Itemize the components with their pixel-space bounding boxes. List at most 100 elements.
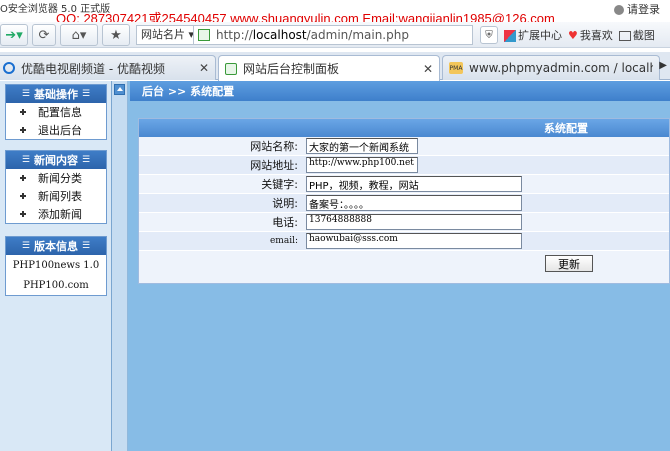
breadcrumb: 后台 >> 系统配置 [130,81,670,101]
menu-decor-icon: ☰ [82,155,91,165]
page-icon [225,62,237,75]
sidebar-toggle-strip [112,81,128,451]
form-row-submit: 更新 [139,251,669,277]
forward-arrow-icon: ➔ [5,27,17,43]
menu-group-header: ☰ 版本信息 ☰ [6,237,106,255]
menu-group-header: ☰ 基础操作 ☰ [6,85,106,103]
collapse-arrow-icon[interactable] [114,84,125,95]
extensions-icon [504,30,516,42]
description-input[interactable]: 备案号：。。。。 [306,195,522,211]
menu-decor-icon: ☰ [21,241,30,251]
extensions-button[interactable]: 扩展中心 [504,27,562,43]
menu-group-title: 新闻内容 [34,154,78,167]
screenshot-icon [618,31,631,41]
description-label: 说明: [272,197,298,210]
keywords-label: 关键字: [261,178,298,191]
menu-group-header: ☰ 新闻内容 ☰ [6,151,106,169]
menu-group-title: 版本信息 [34,240,78,253]
screenshot-button[interactable]: 截图 [618,27,655,43]
tab-admin-panel[interactable]: 网站后台控制面板 ✕ [218,55,440,81]
refresh-icon: ⟳ [38,27,50,43]
form-row-email: email: haowubai@sss.com [139,232,669,251]
bookmark-button[interactable]: ★ [102,24,130,46]
keywords-input[interactable]: PHP，视频，教程，网站 [306,176,522,192]
panel-title: 系统配置 [139,119,669,137]
menu-item-logout[interactable]: 退出后台 [6,121,106,139]
menu-group-title: 基础操作 [34,88,78,101]
menu-item-label: 配置信息 [38,106,82,119]
shield-icon[interactable]: ⛨ [480,26,498,44]
form-row-description: 说明: 备案号：。。。。 [139,194,669,213]
tab-youku[interactable]: 优酷电视剧频道 - 优酷视频 ✕ [0,55,216,80]
menu-item-label: 添加新闻 [38,208,82,221]
version-text: PHP100news 1.0 [12,259,100,271]
menu-decor-icon: ☰ [82,241,91,251]
menu-group-basic: ☰ 基础操作 ☰ 配置信息 退出后台 [5,84,107,140]
phpmyadmin-icon: PMA [449,62,463,74]
site-name-label: 网站名称: [250,140,298,153]
star-icon: ★ [110,27,122,43]
address-bar[interactable]: http://localhost/admin/main.php [193,25,473,45]
site-card-dropdown[interactable]: 网站名片 ▾ [136,25,200,45]
menu-item-label: 新闻列表 [38,190,82,203]
youku-icon [3,62,15,74]
menu-decor-icon: ☰ [21,89,30,99]
form-row-site-name: 网站名称: 大家的第一个新闻系统 [139,137,669,156]
home-icon: ⌂ [71,27,80,43]
home-button[interactable]: ⌂ ▾ [60,24,98,46]
address-path: /admin/main.php [306,28,409,42]
menu-item-label: 退出后台 [38,124,82,137]
phone-label: 电话: [272,216,298,229]
refresh-button[interactable]: ⟳ [32,24,56,46]
config-form: 网站名称: 大家的第一个新闻系统 网站地址: http://www.php100… [139,137,669,277]
heart-icon: ♥ [568,29,578,42]
favorites-label: 我喜欢 [579,29,613,42]
tab-strip: 优酷电视剧频道 - 优酷视频 ✕ 网站后台控制面板 ✕ PMA www.phpm… [0,52,670,81]
menu-item-news-list[interactable]: 新闻列表 [6,187,106,205]
favorites-button[interactable]: ♥ 我喜欢 [568,27,613,43]
page-viewport: ☰ 基础操作 ☰ 配置信息 退出后台 ☰ 新闻内容 ☰ 新闻分类 新闻列表 添加新闻 ☰… [0,81,670,451]
phone-input[interactable]: 13764888888 [306,214,522,230]
tab-phpmyadmin[interactable]: PMA www.phpmyadmin.com / localhos… [442,55,660,80]
menu-group-news: ☰ 新闻内容 ☰ 新闻分类 新闻列表 添加新闻 [5,150,107,224]
tab-scroll-right-icon[interactable]: ▶ [659,60,667,71]
tab-label: www.phpmyadmin.com / localhos… [469,61,653,75]
forward-button[interactable]: ➔ ▾ [0,24,28,46]
site-url-input[interactable]: http://www.php100.net [306,157,418,173]
bullet-icon [20,211,26,217]
close-icon[interactable]: ✕ [199,61,209,75]
email-label: email: [269,236,298,246]
screenshot-label: 截图 [632,29,655,42]
system-config-panel: 系统配置 网站名称: 大家的第一个新闻系统 网站地址: http://www.p… [138,118,670,284]
menu-decor-icon: ☰ [21,155,30,165]
admin-sidebar: ☰ 基础操作 ☰ 配置信息 退出后台 ☰ 新闻内容 ☰ 新闻分类 新闻列表 添加新闻 ☰… [0,81,112,451]
menu-item-config-info[interactable]: 配置信息 [6,103,106,121]
extensions-label: 扩展中心 [518,29,562,42]
site-card-label: 网站名片 [141,28,185,41]
menu-item-news-category[interactable]: 新闻分类 [6,169,106,187]
bullet-icon [20,193,26,199]
form-row-site-url: 网站地址: http://www.php100.net [139,156,669,175]
browser-title-bar: O安全浏览器 5.0 正式版 QQ: 287307421或254540457 w… [0,0,670,26]
bullet-icon [20,175,26,181]
toolbar-right-group: ⛨ 扩展中心 ♥ 我喜欢 截图 [480,25,655,45]
site-name-input[interactable]: 大家的第一个新闻系统 [306,138,418,154]
menu-item-label: 新闻分类 [38,172,82,185]
page-icon [198,29,210,41]
menu-item-add-news[interactable]: 添加新闻 [6,205,106,223]
version-site: PHP100.com [23,279,89,291]
update-button[interactable]: 更新 [545,255,593,272]
email-input[interactable]: haowubai@sss.com [306,233,522,249]
bullet-icon [20,109,26,115]
address-host: localhost [252,28,307,42]
tab-label: 优酷电视剧频道 - 优酷视频 [21,61,165,76]
login-link[interactable]: 请登录 [614,1,660,17]
login-label: 请登录 [627,3,660,16]
menu-decor-icon: ☰ [82,89,91,99]
form-row-phone: 电话: 13764888888 [139,213,669,232]
close-icon[interactable]: ✕ [423,62,433,76]
user-icon [614,5,624,15]
form-row-keywords: 关键字: PHP，视频，教程，网站 [139,175,669,194]
site-url-label: 网站地址: [250,159,298,172]
address-prefix: http:// [216,28,253,42]
